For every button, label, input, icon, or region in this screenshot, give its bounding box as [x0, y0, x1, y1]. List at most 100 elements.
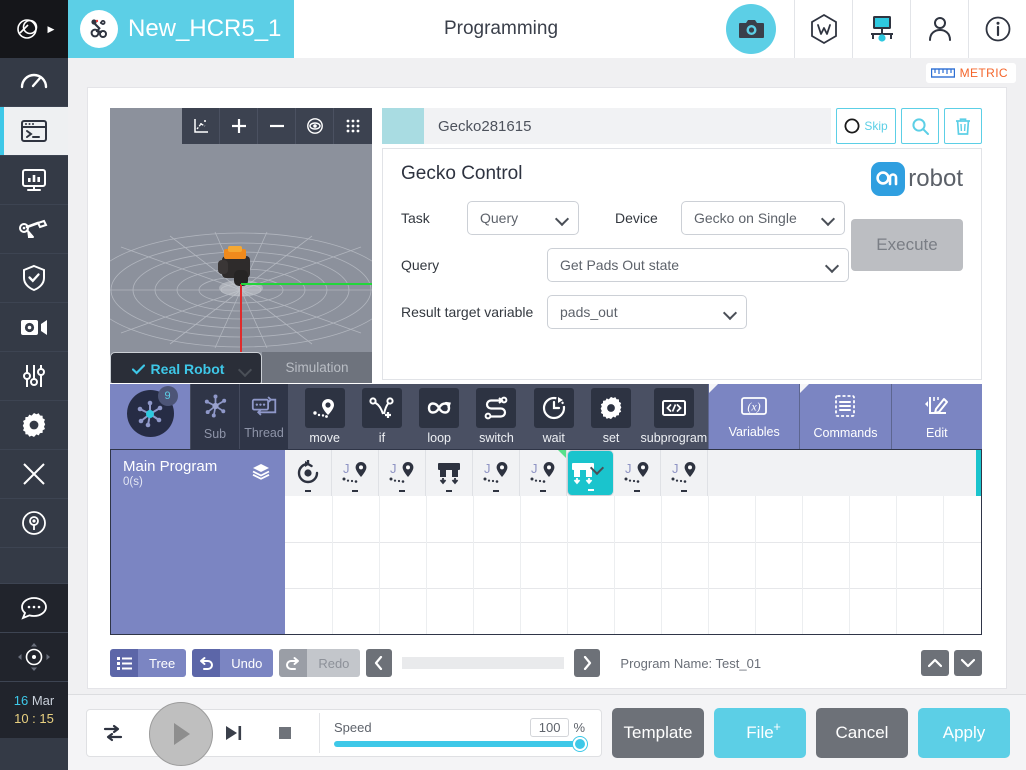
sidebar-item-extensions[interactable] — [0, 450, 68, 499]
horizontal-scrollbar[interactable] — [402, 657, 565, 669]
tree-node-3[interactable] — [426, 450, 473, 496]
grid-view-button[interactable] — [334, 108, 372, 144]
metric-badge[interactable]: METRIC — [925, 63, 1016, 83]
palette-tool-if[interactable]: if — [353, 388, 410, 445]
skip-toggle-button[interactable]: Skip — [836, 108, 896, 144]
3d-viewport[interactable]: Real Robot Simulation — [110, 108, 372, 383]
node-color-swatch — [382, 108, 424, 144]
palette-variables[interactable]: (x) Variables — [708, 384, 800, 449]
speed-input[interactable]: 100 — [529, 718, 570, 737]
variables-x-icon: (x) — [739, 395, 769, 422]
delete-node-button[interactable] — [944, 108, 982, 144]
sidebar-item-power[interactable] — [0, 499, 68, 548]
tree-node-6[interactable] — [567, 450, 614, 496]
palette-tool-wait[interactable]: wait — [525, 388, 582, 445]
palette-edit[interactable]: Edit — [890, 384, 982, 449]
tab-real-robot[interactable]: Real Robot — [110, 352, 262, 383]
thread-node-icon — [251, 394, 278, 423]
stop-button[interactable] — [259, 709, 311, 757]
move-up-button[interactable] — [921, 650, 949, 676]
result-select[interactable]: pads_out — [547, 295, 747, 329]
tree-node-0[interactable] — [285, 450, 332, 496]
tree-node-7[interactable]: J — [614, 450, 661, 496]
tree-main-program-header[interactable]: Main Program 0(s) — [111, 450, 285, 634]
palette-commands[interactable]: Commands — [799, 384, 891, 449]
info-button[interactable] — [968, 0, 1026, 58]
palette-variables-label: Variables — [728, 424, 780, 439]
plus-icon — [231, 119, 246, 133]
execute-button[interactable]: Execute — [851, 219, 963, 271]
shield-check-icon — [23, 264, 45, 292]
tree-scroll-indicator[interactable] — [976, 450, 981, 496]
scroll-prev-button[interactable] — [366, 649, 393, 677]
sidebar-item-chat[interactable] — [0, 584, 68, 633]
loop-mode-button[interactable] — [87, 709, 139, 757]
sidebar-item-vision[interactable] — [0, 303, 68, 352]
app-logo[interactable]: ▶ — [0, 0, 68, 58]
sidebar-item-safety[interactable] — [0, 254, 68, 303]
device-select[interactable]: Gecko on Single — [681, 201, 845, 235]
zoom-out-button[interactable] — [258, 108, 296, 144]
sidebar-item-monitor[interactable] — [0, 156, 68, 205]
tab-new-hcr5-1[interactable]: New_HCR5_1 — [68, 0, 294, 58]
user-button[interactable] — [910, 0, 968, 58]
node-name[interactable]: Gecko281615 — [424, 108, 831, 144]
sidebar-item-dashboard[interactable] — [0, 58, 68, 107]
scroll-next-button[interactable] — [574, 649, 601, 677]
tree-node-1[interactable]: J — [332, 450, 379, 496]
play-button[interactable] — [149, 701, 213, 766]
tree-view-button[interactable]: Tree — [110, 649, 187, 677]
eye-view-button[interactable] — [296, 108, 334, 144]
sidebar-item-robot-arm[interactable] — [0, 205, 68, 254]
undo-button[interactable]: Undo — [192, 649, 274, 677]
camera-button[interactable] — [726, 4, 776, 54]
tree-node-4[interactable]: J — [473, 450, 520, 496]
palette-tool-loop[interactable]: loop — [411, 388, 468, 445]
camera-button-wrap — [708, 0, 794, 58]
cancel-button[interactable]: Cancel — [816, 707, 908, 758]
node-flag-marker — [558, 450, 566, 458]
redo-arrow-icon — [279, 649, 308, 677]
axis-view-button[interactable] — [182, 108, 220, 144]
move-joint-icon: J — [624, 461, 649, 483]
vertical-nav-buttons — [921, 650, 982, 676]
node-dash — [540, 490, 546, 492]
tab-simulation[interactable]: Simulation — [262, 352, 372, 383]
search-node-button[interactable] — [901, 108, 939, 144]
sidebar-item-settings[interactable] — [0, 401, 68, 450]
sidebar-item-jog[interactable] — [0, 633, 68, 682]
tree-node-8[interactable]: J — [661, 450, 708, 496]
tree-node-2[interactable]: J — [379, 450, 426, 496]
ruler-icon — [930, 67, 955, 78]
palette-thread[interactable]: Thread — [239, 384, 288, 449]
sidebar-item-tuning[interactable] — [0, 352, 68, 401]
speed-slider[interactable] — [334, 737, 587, 751]
palette-main-program[interactable]: 9 — [110, 384, 190, 449]
layers-icon[interactable] — [251, 462, 271, 485]
palette-tool-move[interactable]: move — [296, 388, 353, 445]
palette-tool-switch[interactable]: switch — [468, 388, 525, 445]
redo-button[interactable]: Redo — [279, 649, 361, 677]
step-button[interactable] — [207, 709, 259, 757]
sidebar-item-programming[interactable] — [0, 107, 68, 156]
speed-slider-knob[interactable] — [573, 737, 587, 751]
loop-start-icon — [297, 460, 319, 484]
tree-node-5[interactable]: J — [520, 450, 567, 496]
sidebar-clock: 16 Mar 10 : 15 — [0, 682, 68, 738]
w-hexagon-icon — [810, 13, 837, 45]
zoom-in-button[interactable] — [220, 108, 258, 144]
node-dash — [352, 490, 358, 492]
apply-button[interactable]: Apply — [918, 707, 1010, 758]
switch-case-icon — [476, 388, 517, 428]
palette-tool-set[interactable]: set — [582, 388, 639, 445]
move-down-button[interactable] — [954, 650, 982, 676]
task-select[interactable]: Query — [467, 201, 579, 235]
file-button[interactable]: File + — [714, 707, 806, 758]
template-button[interactable]: Template — [612, 707, 704, 758]
palette-tool-subprogram[interactable]: subprogram — [640, 388, 708, 445]
palette-sub-program[interactable]: Sub — [190, 384, 239, 449]
program-tree: Main Program 0(s) J J J J J J — [110, 449, 982, 635]
w-hex-button[interactable] — [794, 0, 852, 58]
query-select[interactable]: Get Pads Out state — [547, 248, 849, 282]
remote-display-button[interactable] — [852, 0, 910, 58]
